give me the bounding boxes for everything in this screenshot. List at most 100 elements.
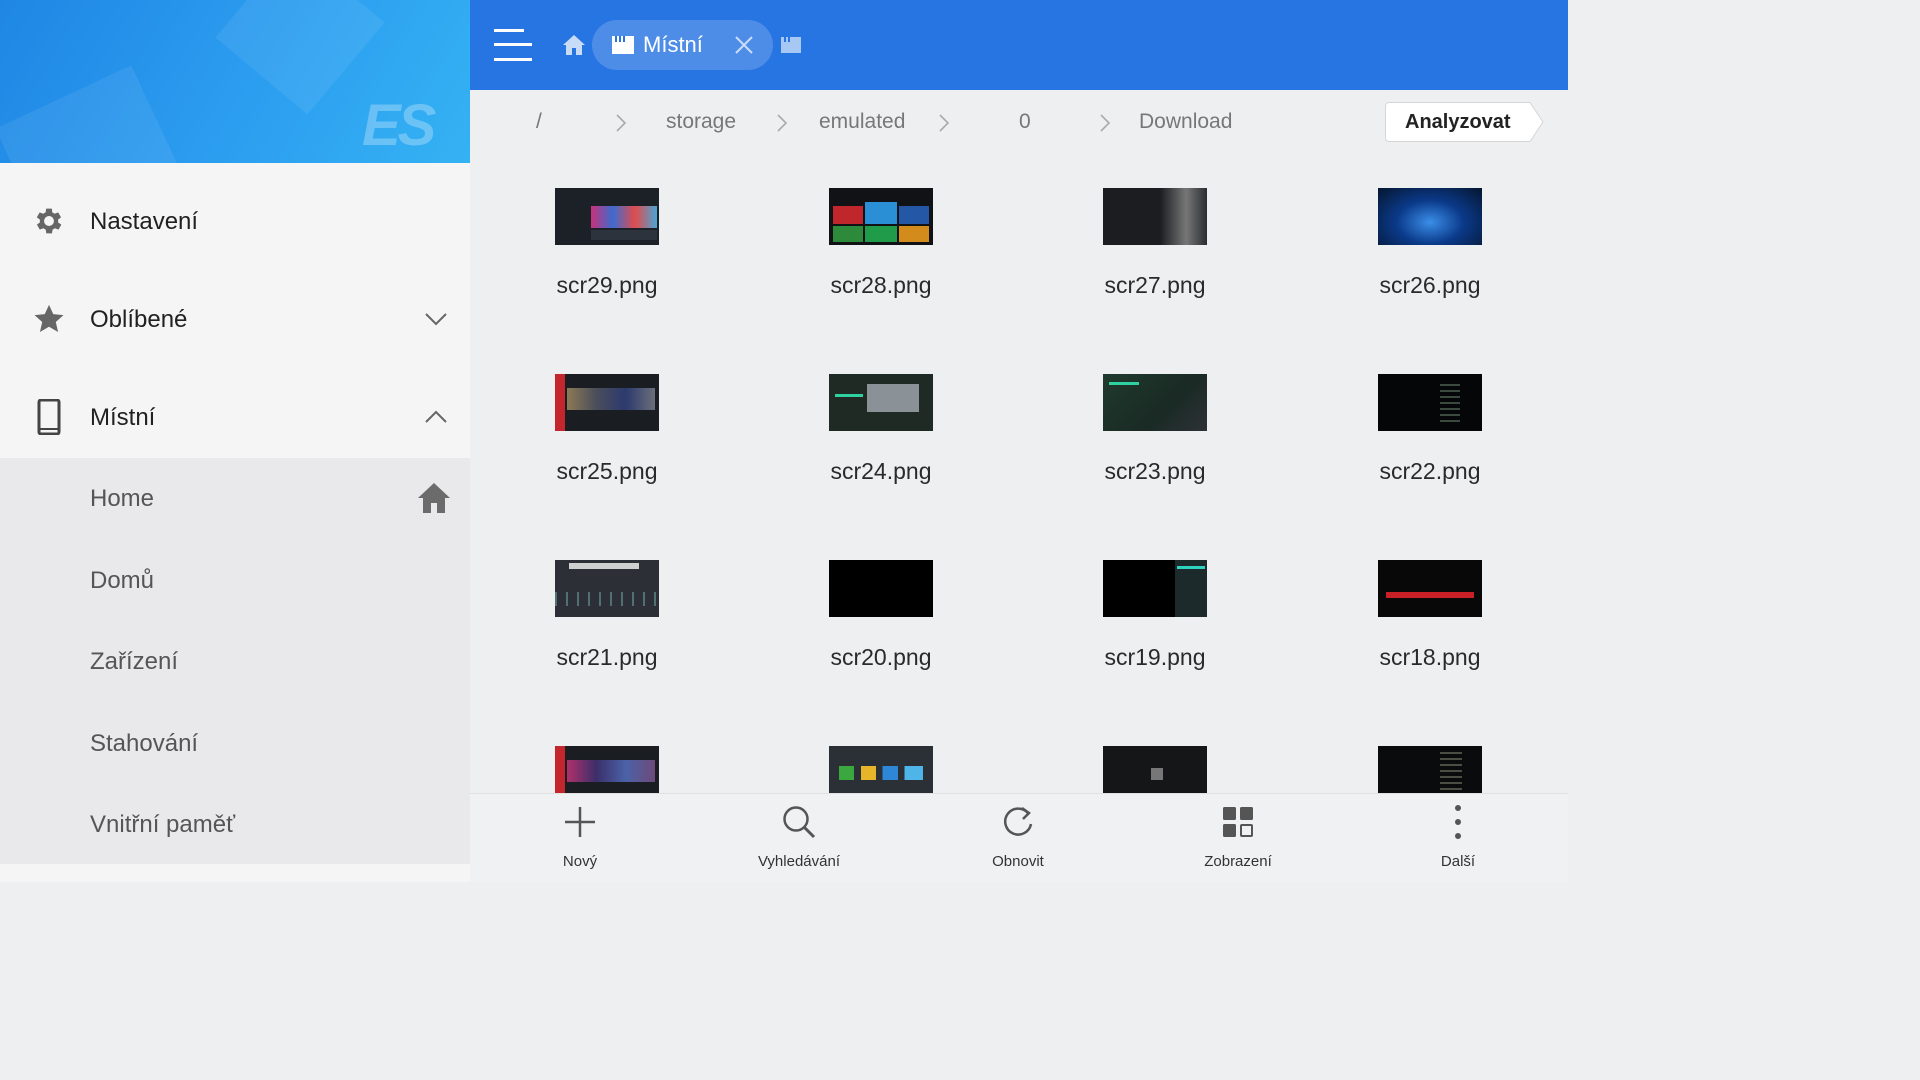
refresh-button[interactable]: Obnovit — [928, 794, 1108, 883]
sidebar-item-local[interactable]: Místní — [0, 376, 470, 458]
file-item[interactable]: scr18.png — [1330, 528, 1530, 698]
file-name: scr22.png — [1379, 458, 1481, 484]
file-thumbnail — [1378, 374, 1482, 431]
new-button-label: Nový — [562, 853, 598, 870]
sidebar-subitem-home[interactable]: Home — [0, 458, 470, 540]
file-grid: scr29.png scr28.png scr27.png scr26.png … — [470, 156, 1568, 793]
sidebar-subitem-internal-storage[interactable]: Vnitřní paměť — [0, 784, 470, 866]
subitem-label: Home — [90, 485, 155, 512]
file-thumbnail — [555, 746, 659, 793]
chevron-right-icon — [777, 114, 788, 132]
file-thumbnail — [829, 188, 933, 245]
sidebar-item-settings[interactable]: Nastavení — [0, 180, 470, 262]
file-thumbnail — [829, 746, 933, 793]
header-decoration — [215, 0, 385, 115]
bottom-action-bar: Nový Vyhledávání Obnovit Zobrazení Další — [470, 793, 1568, 882]
breadcrumb: / storage emulated 0 Download Analyzovat — [470, 90, 1568, 156]
chevron-right-icon — [616, 114, 627, 132]
file-item[interactable] — [507, 714, 707, 793]
plus-icon — [565, 807, 595, 837]
sidebar-item-label: Místní — [90, 404, 156, 431]
es-logo: ES — [362, 93, 436, 158]
close-icon[interactable] — [732, 33, 756, 57]
navigation-drawer: ES Nastavení Oblíbené Místní Home Domů Z… — [0, 0, 470, 882]
breadcrumb-root[interactable]: / — [536, 110, 542, 134]
file-thumbnail — [555, 374, 659, 431]
tab-local[interactable]: Místní — [592, 20, 773, 70]
file-item[interactable] — [781, 714, 981, 793]
file-name: scr26.png — [1379, 272, 1481, 298]
search-button-label: Vyhledávání — [757, 853, 840, 870]
more-vertical-icon — [1455, 805, 1461, 839]
drawer-header: ES — [0, 0, 470, 163]
home-icon — [418, 483, 450, 513]
header-decoration — [0, 65, 195, 163]
file-thumbnail — [1378, 188, 1482, 245]
file-item[interactable]: scr24.png — [781, 342, 981, 512]
sd-card-icon — [612, 36, 634, 54]
sidebar-subitem-device[interactable]: Zařízení — [0, 621, 470, 703]
file-thumbnail — [1378, 746, 1482, 793]
breadcrumb-storage[interactable]: storage — [666, 110, 736, 134]
file-thumbnail — [829, 374, 933, 431]
new-tab-icon[interactable] — [780, 36, 802, 54]
view-button[interactable]: Zobrazení — [1148, 794, 1328, 883]
file-name: scr24.png — [830, 458, 932, 484]
file-item[interactable]: scr26.png — [1330, 156, 1530, 326]
file-thumbnail — [555, 560, 659, 617]
chevron-right-icon — [939, 114, 950, 132]
analyze-button[interactable]: Analyzovat — [1385, 102, 1527, 142]
subitem-label: Stahování — [90, 730, 199, 757]
file-item[interactable] — [1330, 714, 1530, 793]
top-toolbar: Místní — [470, 0, 1568, 90]
file-thumbnail — [1378, 560, 1482, 617]
sidebar-subitem-domu[interactable]: Domů — [0, 540, 470, 622]
local-submenu: Home Domů Zařízení Stahování Vnitřní pam… — [0, 458, 470, 864]
subitem-label: Vnitřní paměť — [90, 811, 236, 838]
file-name: scr29.png — [556, 272, 658, 298]
breadcrumb-download[interactable]: Download — [1139, 110, 1232, 134]
file-thumbnail — [1103, 560, 1207, 617]
file-item[interactable]: scr22.png — [1330, 342, 1530, 512]
file-item[interactable]: scr29.png — [507, 156, 707, 326]
star-icon — [30, 300, 68, 338]
file-item[interactable]: scr28.png — [781, 156, 981, 326]
more-button[interactable]: Další — [1368, 794, 1548, 883]
home-icon[interactable] — [562, 33, 586, 57]
file-item[interactable]: scr19.png — [1055, 528, 1255, 698]
new-button[interactable]: Nový — [490, 794, 670, 883]
file-name: scr25.png — [556, 458, 658, 484]
phone-icon — [30, 398, 68, 436]
file-name: scr19.png — [1104, 644, 1206, 670]
file-thumbnail — [829, 560, 933, 617]
file-item[interactable]: scr25.png — [507, 342, 707, 512]
refresh-button-label: Obnovit — [992, 853, 1044, 870]
file-item[interactable]: scr23.png — [1055, 342, 1255, 512]
view-button-label: Zobrazení — [1204, 853, 1272, 870]
search-button[interactable]: Vyhledávání — [709, 794, 889, 883]
file-thumbnail — [555, 188, 659, 245]
hamburger-menu-icon[interactable] — [492, 25, 534, 65]
file-name: scr21.png — [556, 644, 658, 670]
file-thumbnail — [1103, 188, 1207, 245]
file-name: scr20.png — [830, 644, 932, 670]
tab-label: Místní — [643, 32, 703, 57]
breadcrumb-0[interactable]: 0 — [1019, 110, 1031, 134]
chevron-down-icon[interactable] — [422, 305, 450, 333]
sidebar-item-label: Oblíbené — [90, 306, 188, 333]
grid-view-icon — [1223, 807, 1253, 837]
file-thumbnail — [1103, 746, 1207, 793]
sidebar-item-label: Nastavení — [90, 208, 199, 235]
file-item[interactable]: scr27.png — [1055, 156, 1255, 326]
breadcrumb-emulated[interactable]: emulated — [819, 110, 905, 134]
file-item[interactable]: scr20.png — [781, 528, 981, 698]
file-item[interactable] — [1055, 714, 1255, 793]
file-name: scr28.png — [830, 272, 932, 298]
sidebar-item-favorites[interactable]: Oblíbené — [0, 278, 470, 360]
file-name: scr27.png — [1104, 272, 1206, 298]
more-button-label: Další — [1440, 853, 1476, 870]
sidebar-subitem-downloads[interactable]: Stahování — [0, 703, 470, 785]
file-item[interactable]: scr21.png — [507, 528, 707, 698]
chevron-up-icon[interactable] — [422, 403, 450, 431]
chevron-right-icon — [1100, 114, 1111, 132]
